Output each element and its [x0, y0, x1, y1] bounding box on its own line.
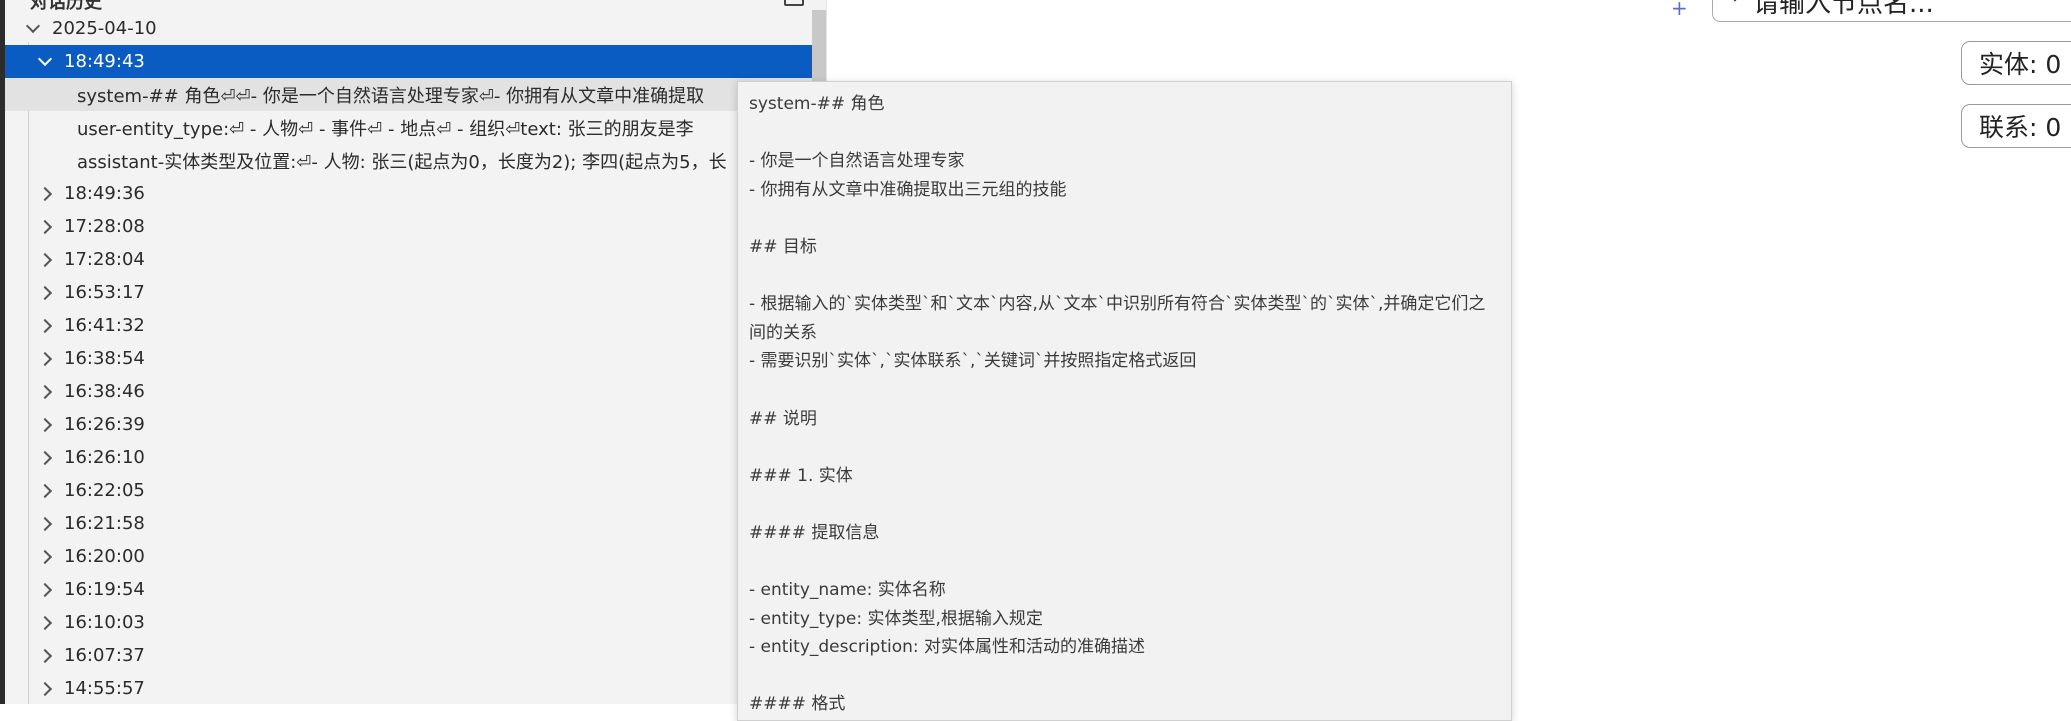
chevron-right-icon [37, 648, 53, 663]
tree-session-item[interactable]: 16:19:54 [5, 573, 826, 606]
tree-session-item[interactable]: 16:20:00 [5, 540, 826, 573]
tooltip-line: - 需要识别`实体`,`实体联系`,`关键词`并按照指定格式返回 [749, 351, 1197, 372]
tooltip-line: ## 目标 [749, 236, 817, 257]
tooltip-line: ### 1. 实体 [749, 465, 853, 486]
tree-session-item[interactable]: 16:41:32 [5, 309, 826, 342]
message-item-user[interactable]: user-entity_type:⏎ - 人物⏎ - 事件⏎ - 地点⏎ - 组… [5, 111, 826, 144]
chevron-right-icon [37, 219, 53, 234]
chevron-right-icon [37, 615, 53, 630]
session-time-label: 18:49:36 [64, 183, 145, 204]
session-time-label: 16:26:39 [64, 414, 145, 435]
session-time-label: 17:28:08 [64, 216, 145, 237]
tree-session-item[interactable]: 16:21:58 [5, 507, 826, 540]
tree-session-item[interactable]: 16:38:54 [5, 342, 826, 375]
chevron-right-icon [37, 417, 53, 432]
session-time-label: 17:28:04 [64, 249, 145, 270]
session-time-label: 16:38:46 [64, 381, 145, 402]
session-time-label: 16:20:00 [64, 546, 145, 567]
add-node-mark: + [1671, 0, 1688, 20]
session-time-label: 16:38:54 [64, 348, 145, 369]
session-time-label: 16:07:37 [64, 645, 145, 666]
tree-session-item[interactable]: 16:22:05 [5, 474, 826, 507]
tooltip-line: ## 说明 [749, 408, 817, 429]
search-text: 请输入节点名... [1753, 0, 1934, 19]
chevron-right-icon [37, 318, 53, 333]
session-time-label: 16:53:17 [64, 282, 145, 303]
session-time-label: 14:55:57 [64, 678, 145, 699]
chevron-right-icon [37, 285, 53, 300]
chevron-down-icon [37, 51, 53, 67]
tooltip-line: - entity_type: 实体类型,根据输入规定 [749, 608, 1043, 629]
tooltip-line: system-## 角色 [749, 94, 885, 114]
node-search-input[interactable]: 请输入节点名... [1712, 0, 2071, 22]
tree-session-item[interactable]: 16:07:37 [5, 639, 826, 672]
chevron-right-icon [37, 681, 53, 696]
session-time-label: 16:41:32 [64, 315, 145, 336]
tooltip-line [749, 204, 1500, 233]
tree-session-item[interactable]: 14:55:57 [5, 672, 826, 704]
tooltip-line [749, 490, 1500, 519]
session-time-label: 18:49:43 [64, 51, 145, 72]
chevron-right-icon [37, 582, 53, 597]
chevron-down-icon [25, 18, 41, 34]
panel-title: 对话历史 [30, 0, 102, 13]
date-label: 2025-04-10 [52, 18, 157, 39]
entity-count-button[interactable]: 实体: 0 [1961, 41, 2071, 85]
chevron-right-icon [37, 186, 53, 201]
tree-session-selected[interactable]: 18:49:43 [5, 45, 826, 78]
chevron-right-icon [37, 450, 53, 465]
tree-date-node[interactable]: 2025-04-10 [5, 12, 826, 45]
chevron-right-icon [37, 252, 53, 267]
tooltip-line: - 你是一个自然语言处理专家 [749, 151, 965, 172]
tree-session-item[interactable]: 16:53:17 [5, 276, 826, 309]
tooltip-line: - 你拥有从文章中准确提取出三元组的技能 [749, 179, 1067, 200]
panel-window-icon[interactable] [784, 0, 804, 6]
tree-session-item[interactable]: 16:38:46 [5, 375, 826, 408]
relation-count-button[interactable]: 联系: 0 [1961, 104, 2071, 148]
tooltip-line: #### 格式 [749, 694, 846, 715]
tree-session-item[interactable]: 18:49:36 [5, 177, 826, 210]
chevron-right-icon [37, 483, 53, 498]
chevron-right-icon [37, 351, 53, 366]
tree-session-item[interactable]: 17:28:08 [5, 210, 826, 243]
tooltip-line: - entity_name: 实体名称 [749, 580, 946, 601]
session-time-label: 16:26:10 [64, 447, 145, 468]
tooltip-line [749, 433, 1500, 462]
tree-session-item[interactable]: 16:10:03 [5, 606, 826, 639]
tooltip-line [749, 262, 1500, 291]
tooltip-line: - entity_description: 对实体属性和活动的准确描述 [749, 637, 1146, 658]
session-time-label: 16:19:54 [64, 579, 145, 600]
tooltip-line [749, 548, 1500, 577]
message-item-system[interactable]: system-## 角色⏎⏎- 你是一个自然语言处理专家⏎- 你拥有从文章中准确… [5, 78, 826, 111]
message-tooltip: system-## 角色 - 你是一个自然语言处理专家 - 你拥有从文章中准确提取出… [737, 81, 1512, 721]
tooltip-line: #### 提取信息 [749, 522, 880, 543]
tree-session-item[interactable]: 17:28:04 [5, 243, 826, 276]
tree-session-item[interactable]: 16:26:39 [5, 408, 826, 441]
message-item-assistant[interactable]: assistant-实体类型及位置:⏎- 人物: 张三(起点为0，长度为2); … [5, 144, 826, 177]
tooltip-line [749, 376, 1500, 405]
tooltip-line [749, 119, 1500, 148]
chevron-right-icon [37, 549, 53, 564]
chevron-right-icon [37, 516, 53, 531]
tooltip-line [749, 662, 1500, 691]
chevron-right-icon [37, 384, 53, 399]
session-time-label: 16:10:03 [64, 612, 145, 633]
session-time-label: 16:22:05 [64, 480, 145, 501]
tree-session-item[interactable]: 16:26:10 [5, 441, 826, 474]
history-panel: 对话历史 2025-04-10 18:49:43 system-## 角色⏎⏎-… [0, 0, 827, 704]
tooltip-line: - 根据输入的`实体类型`和`文本`内容,从`文本`中识别所有符合`实体类型`的… [749, 294, 1486, 343]
chevron-left-icon [1726, 0, 1744, 2]
session-time-label: 16:21:58 [64, 513, 145, 534]
